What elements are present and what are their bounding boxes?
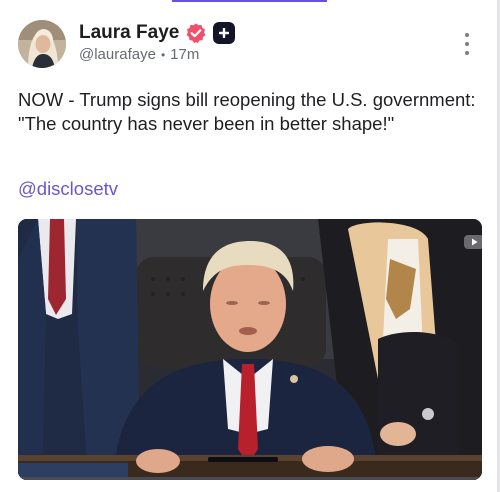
more-options-button[interactable] [457, 31, 477, 57]
more-vertical-icon-dot [465, 51, 469, 55]
author-display-name[interactable]: Laura Faye [79, 22, 179, 44]
author-name-row: Laura Faye [79, 20, 236, 46]
video-progress-bar[interactable] [18, 477, 482, 480]
video-frame [18, 219, 482, 480]
more-vertical-icon-dot [465, 42, 469, 46]
plus-badge-icon [213, 22, 236, 44]
post-card[interactable]: Laura Faye @laurafaye • 17m NOW - Trump … [0, 0, 497, 492]
author-meta-row: @laurafaye • 17m [79, 46, 199, 63]
post-body-text: NOW - Trump signs bill reopening the U.S… [18, 89, 476, 134]
author-handle[interactable]: @laurafaye [79, 46, 156, 63]
post-timestamp[interactable]: 17m [170, 46, 199, 63]
avatar-image [18, 20, 66, 68]
mention-link[interactable]: @disclosetv [18, 178, 118, 200]
more-vertical-icon [465, 33, 469, 37]
video-play-icon[interactable] [464, 235, 482, 249]
verified-check-icon [185, 22, 207, 44]
video-player[interactable] [18, 219, 482, 480]
separator-dot: • [160, 47, 166, 62]
avatar[interactable] [18, 20, 66, 68]
